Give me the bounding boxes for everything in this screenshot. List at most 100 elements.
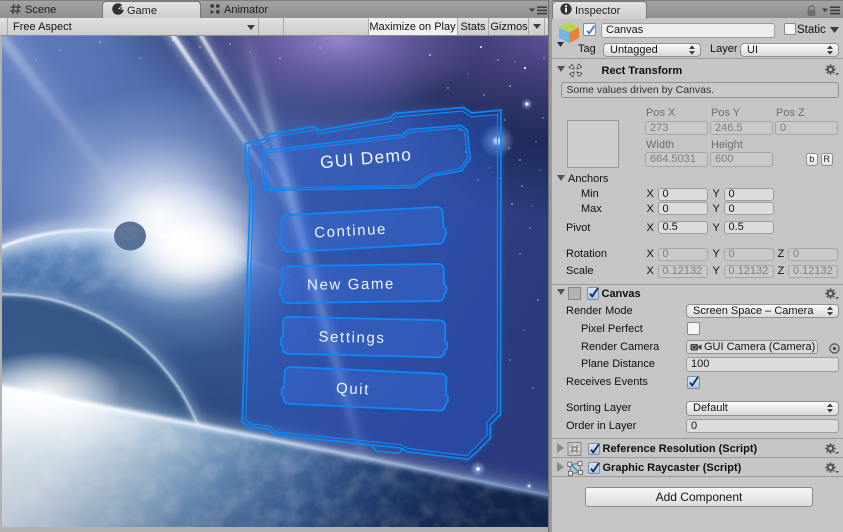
pos-y-field[interactable]: 246.5 <box>710 120 773 135</box>
info-icon <box>560 3 572 18</box>
pivot-x-field[interactable]: 0.5 <box>657 220 708 234</box>
tag-label-text: Tag <box>578 43 596 55</box>
pos-y-label: Pos Y <box>711 107 740 120</box>
reference-resolution-foldout[interactable] <box>557 442 564 453</box>
pane-menu-icon <box>822 6 840 15</box>
scale-x-field[interactable]: 0.12132 <box>657 264 708 278</box>
object-picker-icon[interactable] <box>828 342 840 354</box>
graphic-raycaster-gear-icon[interactable] <box>824 461 839 475</box>
rotation-x-field[interactable]: 0 <box>657 247 708 261</box>
scale-z-field[interactable]: 0.12132 <box>788 264 838 278</box>
maximize-on-play-label: Maximize on Play <box>368 18 457 35</box>
check-icon <box>588 287 599 298</box>
menu-button-new-game[interactable]: New Game <box>278 263 448 304</box>
render-camera-field[interactable]: GUI Camera (Camera) <box>686 339 818 354</box>
tag-dropdown[interactable]: Untagged <box>603 42 701 57</box>
graphic-raycaster-checkbox[interactable] <box>587 461 600 474</box>
gizmos-dropdown-arrow[interactable] <box>533 24 541 29</box>
anchors-foldout[interactable] <box>556 175 565 181</box>
pivot-y-field[interactable]: 0.5 <box>723 220 774 234</box>
render-mode-text: Screen Space – Camera <box>693 304 814 317</box>
reference-resolution-gear-icon[interactable] <box>824 442 839 456</box>
min-x-field[interactable]: 0 <box>657 187 708 201</box>
width-field[interactable]: 664.5031 <box>645 152 708 167</box>
menu-button-settings[interactable]: Settings <box>279 315 448 359</box>
axis-x-text: X <box>646 202 654 215</box>
min-y-axis: Y <box>713 188 720 201</box>
game-pane-menu[interactable] <box>529 6 547 15</box>
name-text: Canvas <box>606 24 644 36</box>
order-in-layer-label: Order in Layer <box>566 420 636 433</box>
canvas-enabled-checkbox[interactable] <box>586 286 599 300</box>
aspect-dropdown-text: Free Aspect <box>13 20 72 33</box>
rotation-x-text: 0 <box>662 248 669 260</box>
tab-animator[interactable]: Animator <box>201 1 276 19</box>
inspector-pane-menu[interactable] <box>822 6 840 15</box>
plane-distance-field[interactable]: 100 <box>686 357 839 372</box>
scene-grid-icon <box>10 3 22 18</box>
pivot-y-text: 0.5 <box>728 221 744 233</box>
max-x-axis: X <box>647 203 654 216</box>
game-toolbar: Free Aspect Maximize on Play Stats Gizmo… <box>0 18 549 36</box>
menu-button-continue[interactable]: Continue <box>278 206 447 253</box>
min-x-text: 0 <box>662 188 669 200</box>
scale-y-field[interactable]: 0.12132 <box>723 264 774 278</box>
pos-z-field[interactable]: 0 <box>775 120 838 135</box>
pos-x-label: Pos X <box>646 107 675 120</box>
blueprint-mode-button[interactable]: b <box>806 152 818 166</box>
static-checkbox[interactable] <box>784 23 796 35</box>
tab-game[interactable]: Game <box>102 1 201 19</box>
tab-inspector[interactable]: Inspector <box>552 1 647 19</box>
axis-y-text: Y <box>712 248 720 260</box>
lock-icon[interactable] <box>806 5 817 17</box>
game-icon <box>112 3 124 18</box>
aspect-dropdown[interactable]: Free Aspect <box>13 18 72 35</box>
pos-x-field[interactable]: 273 <box>645 120 708 135</box>
toolbar-separator <box>7 18 8 35</box>
max-x-field[interactable]: 0 <box>657 202 708 215</box>
tab-scene[interactable]: Scene <box>2 1 100 19</box>
reference-resolution-checkbox[interactable] <box>587 442 600 455</box>
svg-text:New Game: New Game <box>307 276 395 294</box>
rotation-z-field[interactable]: 0 <box>788 247 838 261</box>
gizmos-button[interactable]: Gizmos <box>489 18 529 35</box>
plane-distance-text: 100 <box>691 358 710 371</box>
static-dropdown-arrow[interactable] <box>830 27 839 33</box>
height-field[interactable]: 600 <box>710 152 773 167</box>
rotation-label-text: Rotation <box>566 248 607 260</box>
canvas-gear-icon[interactable] <box>824 287 839 301</box>
add-component-button[interactable]: Add Component <box>585 486 813 507</box>
anchor-preview[interactable] <box>566 119 619 168</box>
sorting-layer-dropdown[interactable]: Default <box>686 401 839 416</box>
pixel-perfect-checkbox[interactable] <box>686 322 700 335</box>
layer-label: Layer <box>710 43 738 56</box>
layer-dropdown[interactable]: UI <box>740 42 839 57</box>
receives-events-checkbox[interactable] <box>686 375 700 389</box>
gameobject-active-checkbox[interactable] <box>583 23 596 36</box>
scale-y-axis: Y <box>713 265 720 278</box>
height-label-text: Height <box>711 138 743 151</box>
min-y-field[interactable]: 0 <box>723 187 774 201</box>
game-panel-left-edge <box>0 36 2 532</box>
stats-button[interactable]: Stats <box>458 18 488 35</box>
menu-button-quit[interactable]: Quit <box>280 366 449 412</box>
gizmos-button-text: Gizmos <box>490 20 528 33</box>
canvas-foldout[interactable] <box>556 289 565 295</box>
component-separator <box>552 57 843 59</box>
gameobject-name-field[interactable]: Canvas <box>601 22 775 38</box>
rotation-y-field[interactable]: 0 <box>723 247 774 261</box>
rect-transform-gear-icon[interactable] <box>824 63 839 77</box>
raw-edit-mode-button[interactable]: R <box>820 152 833 166</box>
max-y-field[interactable]: 0 <box>723 202 774 215</box>
scale-z-text: 0.12132 <box>793 265 833 277</box>
render-camera-label: Render Camera <box>581 341 659 354</box>
render-mode-dropdown[interactable]: Screen Space – Camera <box>686 303 839 318</box>
rect-transform-foldout[interactable] <box>556 66 565 72</box>
add-component-button-text: Add Component <box>655 489 743 504</box>
order-in-layer-field[interactable]: 0 <box>686 418 839 433</box>
updown-arrows-icon <box>826 403 833 413</box>
layer-label-text: Layer <box>710 43 738 55</box>
graphic-raycaster-foldout[interactable] <box>557 461 564 472</box>
pane-menu-icon <box>529 6 547 15</box>
unity-editor-window: Scene Game Animator Free Aspect Maximize… <box>0 0 843 532</box>
